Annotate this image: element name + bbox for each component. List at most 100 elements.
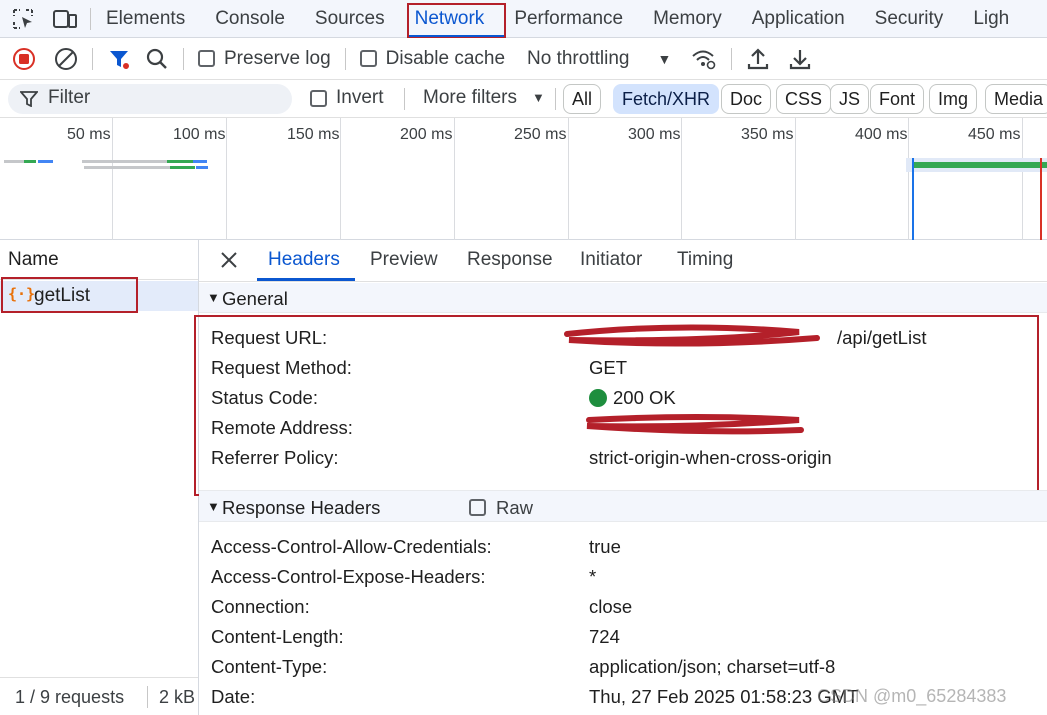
filter-chip-all[interactable]: All [563,84,602,114]
raw-label: Raw [496,497,534,518]
toolbar-divider [92,47,93,70]
chevron-down-icon[interactable]: ▼ [532,90,545,105]
timeline-tick-label: 50 ms [67,126,111,143]
clear-icon[interactable] [54,47,78,71]
filter-chip-js[interactable]: JS [830,84,870,114]
column-name-header[interactable]: Name [8,249,59,271]
invert-checkbox[interactable] [310,90,327,107]
timeline-bar [193,160,207,163]
header-value: true [589,536,621,557]
tab-performance[interactable]: Performance [499,0,638,38]
network-toolbar: Preserve log Disable cache No throttling… [0,38,1047,80]
watermark: CSDN @m0_65284383 [817,686,1007,706]
timeline-gridline [908,118,909,240]
header-key: Content-Type: [211,656,328,677]
header-key: Date: [211,686,256,707]
filter-input[interactable]: Filter [8,84,292,114]
domcontentloaded-marker [912,158,914,240]
response-headers-section-header[interactable]: ▼ Response Headers Raw [199,490,1047,522]
header-key: Connection: [211,596,310,617]
timeline-tick-label: 200 ms [400,126,453,143]
filter-chip-fetch-xhr[interactable]: Fetch/XHR [613,84,720,114]
filterbar-divider [404,88,405,110]
requests-header: Name [0,240,198,280]
import-har-icon[interactable] [746,47,770,71]
timeline-tick-label: 350 ms [741,126,794,143]
network-conditions-icon[interactable] [691,47,717,71]
more-filters-dropdown[interactable]: More filters [423,87,517,109]
timeline-bar [24,160,36,163]
preserve-log-checkbox[interactable] [198,50,215,67]
timeline-gridline [112,118,113,240]
request-details-panel: Headers Preview Response Initiator Timin… [194,240,1047,715]
tab-security[interactable]: Security [860,0,959,38]
filter-bar: Filter Invert More filters ▼ All Fetch/X… [0,80,1047,118]
filter-chip-font[interactable]: Font [870,84,925,114]
throttling-select[interactable]: No throttling [527,48,629,70]
disable-cache-label: Disable cache [385,47,506,69]
footer-divider [147,686,148,708]
timeline-tick-label: 450 ms [968,126,1021,143]
stop-recording-icon[interactable] [12,47,36,71]
filter-icon [20,91,38,107]
tab-preview[interactable]: Preview [370,240,438,282]
filter-chip-img[interactable]: Img [929,84,978,114]
request-count: 1 / 9 requests [15,687,125,707]
header-value: 724 [589,626,620,647]
timeline-bar [167,160,193,163]
timeline-tick-label: 100 ms [173,126,226,143]
timeline-bar [4,160,24,163]
close-icon[interactable] [219,250,239,270]
timeline-bar [82,160,167,163]
tab-headers[interactable]: Headers [268,240,340,282]
tab-memory[interactable]: Memory [638,0,737,38]
annotation-box-network-tab [407,3,506,39]
timeline-bar [170,166,195,169]
general-section-header[interactable]: ▼ General [199,283,1047,313]
tab-elements[interactable]: Elements [91,0,200,38]
tab-initiator[interactable]: Initiator [580,240,642,282]
toolbar-divider [344,47,346,70]
triangle-down-icon: ▼ [207,290,220,305]
filter-chip-css[interactable]: CSS [776,84,832,114]
timeline-gridline [1022,118,1023,240]
tab-console[interactable]: Console [200,0,300,38]
filter-funnel-icon[interactable] [107,47,131,71]
search-icon[interactable] [145,47,169,71]
filter-chip-doc[interactable]: Doc [721,84,772,114]
response-headers-title: Response Headers [222,497,381,518]
network-overview-timeline[interactable]: 50 ms 100 ms 150 ms 200 ms 250 ms 300 ms… [0,118,1047,240]
preserve-log-label: Preserve log [224,47,331,69]
tab-sources[interactable]: Sources [300,0,400,38]
filter-chip-media[interactable]: Media [985,84,1047,114]
disable-cache-checkbox[interactable] [359,50,377,67]
tab-timing[interactable]: Timing [677,240,733,282]
header-key: Access-Control-Allow-Credentials: [211,536,492,557]
annotation-box-getlist [1,277,138,313]
chevron-down-icon[interactable]: ▼ [657,51,671,67]
header-key: Access-Control-Expose-Headers: [211,566,486,587]
active-tab-indicator [257,278,355,281]
timeline-tick-label: 150 ms [287,126,340,143]
inspect-element-icon[interactable] [12,8,34,30]
device-toolbar-icon[interactable] [52,8,78,30]
toolbar-divider [183,47,184,70]
tab-lighthouse[interactable]: Ligh [958,0,1024,38]
export-har-icon[interactable] [788,47,812,71]
annotation-box-general [194,315,1039,496]
raw-checkbox[interactable] [469,499,486,516]
general-title: General [222,288,288,309]
tab-application[interactable]: Application [737,0,860,38]
timeline-bar [196,166,208,169]
filter-placeholder: Filter [48,87,91,108]
tab-response[interactable]: Response [467,240,553,282]
timeline-tick-label: 250 ms [514,126,567,143]
timeline-gridline [795,118,796,240]
requests-panel: Name {·} getList 1 / 9 requests 2 kB [0,240,199,715]
devtools-tabbar: Elements Console Sources Network Perform… [0,0,1047,38]
load-event-marker [1040,158,1042,240]
triangle-down-icon: ▼ [207,499,220,514]
header-value: * [589,566,597,587]
header-key: Content-Length: [211,626,344,647]
timeline-gridline [226,118,227,240]
